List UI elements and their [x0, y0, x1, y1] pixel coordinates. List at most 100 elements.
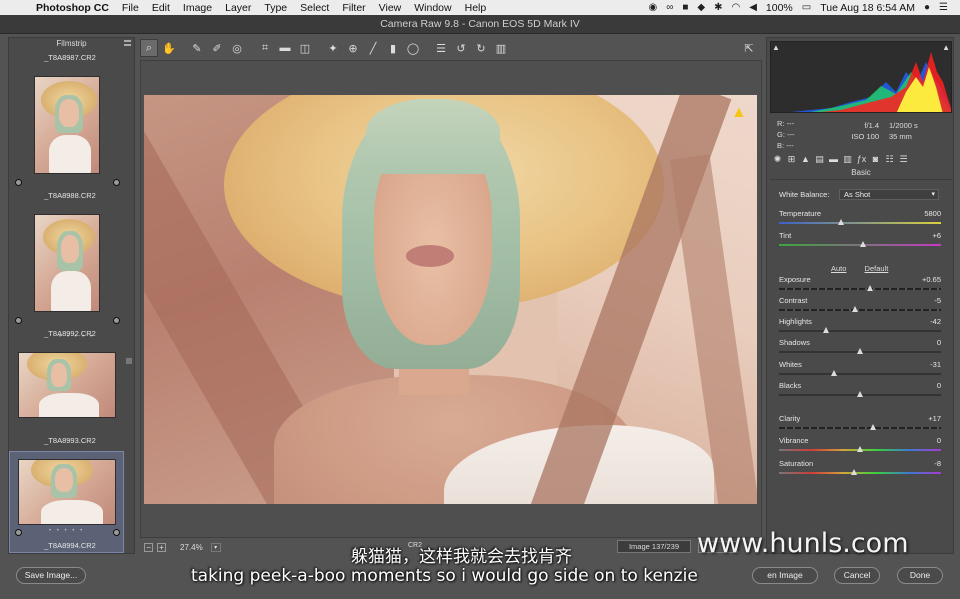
- crop-icon[interactable]: ⌗: [256, 39, 274, 57]
- zoom-icon[interactable]: ⌕: [140, 39, 158, 57]
- thumb-name[interactable]: _T8A8987.CR2: [15, 53, 125, 62]
- slider-value[interactable]: 0: [937, 338, 941, 347]
- slider-thumb[interactable]: [852, 306, 859, 312]
- red-eye-icon[interactable]: ⊕: [344, 39, 362, 57]
- slider-value[interactable]: -5: [934, 296, 941, 305]
- zoom-in-button[interactable]: +: [157, 542, 166, 552]
- warning-icon[interactable]: ▲: [731, 105, 747, 121]
- radial-filter-icon[interactable]: ◯: [404, 39, 422, 57]
- preferences-icon[interactable]: ☰: [432, 39, 450, 57]
- siri-icon[interactable]: ●: [924, 2, 930, 13]
- photo[interactable]: ▲: [144, 95, 757, 504]
- rotate-right-icon[interactable]: [113, 529, 120, 536]
- rotate-left-icon[interactable]: [15, 529, 22, 536]
- slider-thumb[interactable]: [857, 348, 863, 354]
- detail-tab-icon[interactable]: ▲: [800, 154, 811, 164]
- thumb-name[interactable]: _T8A8988.CR2: [15, 191, 125, 200]
- menu-image[interactable]: Image: [183, 2, 212, 14]
- slider-value[interactable]: +17: [928, 414, 941, 423]
- white-balance-select[interactable]: As Shot: [839, 189, 939, 200]
- lens-tab-icon[interactable]: ▥: [842, 154, 853, 165]
- saturation-slider[interactable]: Saturation -8: [779, 459, 941, 479]
- effects-tab-icon[interactable]: ƒx: [856, 154, 867, 164]
- thumb-name[interactable]: _T8A8994.CR2: [15, 541, 125, 550]
- transform-icon[interactable]: ◫: [296, 39, 314, 57]
- camera-calibration-tab-icon[interactable]: ◙: [870, 154, 881, 164]
- clock[interactable]: Tue Aug 18 6:54 AM: [820, 2, 915, 14]
- slider-thumb[interactable]: [857, 446, 863, 452]
- volume-icon[interactable]: ◀: [749, 2, 757, 13]
- graduated-filter-icon[interactable]: ▮: [384, 39, 402, 57]
- thumb-name[interactable]: _T8A8992.CR2: [15, 329, 125, 338]
- rotate-left-icon[interactable]: [15, 179, 22, 186]
- wifi-icon[interactable]: ◠: [731, 2, 740, 13]
- menu-type[interactable]: Type: [264, 2, 287, 14]
- fullscreen-icon[interactable]: ⇱: [740, 39, 758, 57]
- hand-icon[interactable]: ✋: [160, 39, 178, 57]
- tone-curve-tab-icon[interactable]: ⊞: [786, 154, 797, 165]
- creative-cloud-icon[interactable]: ∞: [666, 2, 673, 13]
- slider-thumb[interactable]: [860, 241, 867, 247]
- camera-icon[interactable]: ■: [682, 2, 688, 13]
- done-button[interactable]: Done: [897, 567, 943, 584]
- default-link[interactable]: Default: [865, 264, 889, 273]
- exposure-slider[interactable]: Exposure +0.65: [779, 275, 941, 295]
- slider-value[interactable]: -42: [930, 317, 941, 326]
- filmstrip-thumb[interactable]: [34, 76, 100, 174]
- rotate-right-icon[interactable]: ↻: [472, 39, 490, 57]
- menu-filter[interactable]: Filter: [342, 2, 365, 14]
- battery-icon[interactable]: ▭: [802, 2, 811, 13]
- presets-tab-icon[interactable]: ☷: [884, 154, 895, 165]
- cancel-button[interactable]: Cancel: [834, 567, 880, 584]
- slider-value[interactable]: -31: [930, 360, 941, 369]
- shadows-slider[interactable]: Shadows 0: [779, 338, 941, 358]
- highlights-slider[interactable]: Highlights -42: [779, 317, 941, 337]
- save-image-button[interactable]: Save Image...: [16, 567, 86, 584]
- color-sampler-icon[interactable]: ✐: [208, 39, 226, 57]
- slider-value[interactable]: 0: [937, 436, 941, 445]
- blacks-slider[interactable]: Blacks 0: [779, 381, 941, 401]
- highlight-clipping-icon[interactable]: ▲: [942, 43, 950, 52]
- bluetooth-icon[interactable]: ✱: [714, 2, 722, 13]
- filmstrip-thumb[interactable]: [34, 214, 100, 312]
- split-toning-tab-icon[interactable]: ▬: [828, 154, 839, 164]
- menu-help[interactable]: Help: [465, 2, 487, 14]
- hsl-tab-icon[interactable]: ▤: [814, 154, 825, 165]
- basic-tab-icon[interactable]: ✺: [772, 154, 783, 165]
- whites-slider[interactable]: Whites -31: [779, 360, 941, 380]
- slider-thumb[interactable]: [822, 327, 829, 333]
- straighten-icon[interactable]: ▬: [276, 39, 294, 57]
- open-image-button[interactable]: en Image: [752, 567, 818, 584]
- thumb-name[interactable]: _T8A8993.CR2: [15, 436, 125, 445]
- target-adjust-icon[interactable]: ◎: [228, 39, 246, 57]
- clarity-slider[interactable]: Clarity +17: [779, 414, 941, 434]
- slider-thumb[interactable]: [869, 424, 876, 430]
- temperature-slider[interactable]: Temperature 5800: [779, 209, 941, 229]
- white-balance-icon[interactable]: ✎: [188, 39, 206, 57]
- menu-view[interactable]: View: [379, 2, 402, 14]
- zoom-dropdown-icon[interactable]: ▾: [210, 542, 221, 552]
- menu-layer[interactable]: Layer: [225, 2, 251, 14]
- app-menu[interactable]: Photoshop CC: [36, 2, 109, 14]
- rotate-right-icon[interactable]: [113, 179, 120, 186]
- slider-thumb[interactable]: [850, 469, 857, 475]
- filmstrip-thumb[interactable]: [18, 352, 116, 418]
- dropbox-icon[interactable]: ◆: [697, 2, 705, 13]
- rotate-left-icon[interactable]: [15, 317, 22, 324]
- filmstrip-thumb-selected[interactable]: [18, 459, 116, 525]
- slider-thumb[interactable]: [866, 285, 873, 291]
- rotate-right-icon[interactable]: [113, 317, 120, 324]
- vibrance-slider[interactable]: Vibrance 0: [779, 436, 941, 456]
- slider-value[interactable]: +0.65: [922, 275, 941, 284]
- record-icon[interactable]: ◉: [648, 2, 657, 13]
- zoom-out-button[interactable]: −: [144, 542, 153, 552]
- trash-icon[interactable]: ▥: [492, 39, 510, 57]
- slider-value[interactable]: -8: [934, 459, 941, 468]
- slider-thumb[interactable]: [831, 370, 838, 376]
- menu-window[interactable]: Window: [414, 2, 451, 14]
- tint-slider[interactable]: Tint +6: [779, 231, 941, 251]
- menu-edit[interactable]: Edit: [152, 2, 170, 14]
- notification-icon[interactable]: ☰: [939, 2, 948, 13]
- slider-thumb[interactable]: [857, 391, 863, 397]
- rating-stars[interactable]: • • • • •: [49, 528, 84, 534]
